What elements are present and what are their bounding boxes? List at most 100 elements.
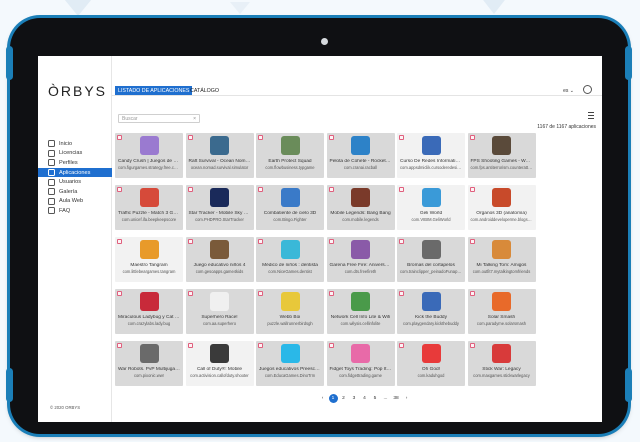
select-checkbox[interactable]	[258, 187, 263, 192]
select-checkbox[interactable]	[469, 239, 475, 244]
list-view-icon[interactable]	[588, 112, 594, 119]
select-checkbox[interactable]	[399, 343, 404, 348]
select-checkbox[interactable]	[469, 343, 475, 348]
page-button[interactable]: ...	[381, 394, 390, 403]
app-card[interactable]: Garena Free Fire: Aniversario5 com.dts.fr…	[326, 237, 395, 282]
page-button[interactable]: 1	[328, 394, 338, 403]
app-icon	[492, 292, 511, 311]
app-package: com.gesoapps.game4kids	[195, 269, 244, 274]
select-checkbox[interactable]	[399, 239, 404, 244]
sidebar-item-licencias[interactable]: Licencias	[38, 149, 112, 159]
select-checkbox[interactable]	[399, 187, 404, 192]
select-checkbox[interactable]	[258, 135, 263, 140]
sidebar-item-faq[interactable]: FAQ	[38, 206, 112, 216]
select-checkbox[interactable]	[469, 135, 475, 140]
user-icon[interactable]	[583, 85, 592, 94]
app-card[interactable]: Juegos educativos Preescolar com.EducaGam…	[256, 341, 324, 386]
app-icon	[280, 292, 300, 311]
app-title: Network Cell Info Lite & Wifi	[330, 315, 391, 320]
app-card[interactable]: Solar Smash com.paradyme.solarsmash	[467, 289, 536, 334]
app-card[interactable]: Network Cell Info Lite & Wifi com.wilysis…	[326, 289, 395, 334]
app-card[interactable]: Traffic Puzzle - Match 3 Game com.unicef.…	[115, 185, 183, 230]
app-card[interactable]: Oh God! com.kaduhgod	[397, 341, 465, 386]
app-card[interactable]: Kick the Buddy com.playgendary.kickthebud…	[397, 289, 465, 334]
select-checkbox[interactable]	[328, 187, 334, 192]
sidebar-item-inicio[interactable]: Inicio	[38, 139, 112, 149]
app-card[interactable]: Raft Survival - Ocean Nomad ocean.nomad.s…	[185, 133, 254, 178]
select-checkbox[interactable]	[117, 187, 122, 192]
app-card[interactable]: Mobile Legends: Bang Bang com.mobile.lege…	[326, 185, 395, 230]
sidebar-item-usuarios[interactable]: Usuarios	[38, 177, 112, 187]
language-selector[interactable]: es ⌄	[563, 88, 574, 94]
select-checkbox[interactable]	[187, 187, 193, 192]
app-title: Garena Free Fire: Aniversario5	[329, 263, 395, 268]
app-card[interactable]: Juego educativo niños 4 com.gesoapps.game…	[185, 237, 254, 282]
select-checkbox[interactable]	[469, 187, 475, 192]
app-title: Raft Survival - Ocean Nomad	[188, 159, 251, 164]
select-checkbox[interactable]	[117, 239, 122, 244]
app-card[interactable]: Maestro Tangram com.littlebeargames.tangr…	[115, 237, 183, 282]
app-card[interactable]: Call of Duty®: Mobile com.activision.call…	[185, 341, 254, 386]
app-card[interactable]: Fidget Toys Trading: Pop It 3D com.fidget…	[326, 341, 395, 386]
sidebar-item-label: Licencias	[59, 150, 83, 157]
select-checkbox[interactable]	[328, 135, 334, 140]
app-card[interactable]: Médico de niños : dentista com.NiceGames.…	[256, 237, 324, 282]
app-card[interactable]: Miraculous Ladybug y Cat Noir com.crazyla…	[115, 289, 183, 334]
app-title: Webb Boi	[279, 315, 301, 320]
tab-app-list[interactable]: LISTADO DE APLICACIONES	[115, 86, 193, 95]
app-card[interactable]: Mi Talking Tom: Amigos com.outfit7.mytalk…	[467, 237, 536, 282]
app-card[interactable]: Combatiente de cielo 3D com.Bingo.Fighter	[256, 185, 324, 230]
app-package: com.appsdmiclik.cursoderedesinfor...	[400, 165, 465, 170]
prev-page-icon[interactable]: ‹	[318, 394, 327, 403]
page-button[interactable]: 38	[392, 394, 401, 403]
select-checkbox[interactable]	[258, 343, 263, 348]
select-checkbox[interactable]	[187, 291, 193, 296]
app-card[interactable]: Webb Boi puzzle.wallrunnerbirdsgh	[256, 289, 324, 334]
app-card[interactable]: Pelota de Cohete - Rocket Car com.cranai.…	[326, 133, 395, 178]
page-button[interactable]: 2	[339, 394, 348, 403]
app-card[interactable]: Superhero Race! com.aa.superhero	[185, 289, 254, 334]
select-checkbox[interactable]	[328, 291, 334, 296]
next-page-icon[interactable]: ›	[402, 394, 411, 403]
page-button[interactable]: 5	[371, 394, 380, 403]
select-checkbox[interactable]	[117, 343, 122, 348]
page-button[interactable]: 4	[360, 394, 369, 403]
sidebar-item-aula-web[interactable]: Aula Web	[38, 197, 112, 207]
sidebar-item-perfiles[interactable]: Perfiles	[38, 158, 112, 168]
app-card[interactable]: Stick War: Legacy com.maxgames.stickwarle…	[467, 341, 536, 386]
app-card[interactable]: Earth Protect Squad com.flowbusiness.typg…	[256, 133, 324, 178]
app-card[interactable]: Bromas del cortapelos com.trainclipper_pe…	[397, 237, 465, 282]
app-title: Earth Protect Squad	[268, 159, 312, 164]
search-input[interactable]: Buscar ×	[118, 114, 200, 123]
select-checkbox[interactable]	[187, 135, 193, 140]
select-checkbox[interactable]	[258, 239, 263, 244]
select-checkbox[interactable]	[328, 239, 334, 244]
app-card[interactable]: FPS Shooting Games - War Gamescom.fps.an…	[467, 133, 536, 178]
select-checkbox[interactable]	[258, 291, 263, 296]
app-icon	[421, 188, 441, 207]
app-card[interactable]: Candy Crush | Juegos de Gusims com.figurg…	[115, 133, 183, 178]
app-icon	[492, 240, 511, 259]
app-card[interactable]: Curso De Redes Informaticas com.appsdmicl…	[397, 133, 465, 178]
select-checkbox[interactable]	[187, 239, 193, 244]
clear-icon[interactable]: ×	[193, 116, 196, 122]
app-package: com.flowbusiness.typgame	[265, 165, 315, 170]
select-checkbox[interactable]	[399, 135, 404, 140]
app-card[interactable]: Órganos 3D (anatomía) com.androiddevelope…	[467, 185, 536, 230]
app-card[interactable]: Star Tracker - Mobile Sky Map com.PHDPRO.…	[185, 185, 254, 230]
select-checkbox[interactable]	[187, 343, 193, 348]
camera-icon	[321, 38, 328, 45]
app-card[interactable]: Geli World com.VIBIM.GeliWorld	[397, 185, 465, 230]
select-checkbox[interactable]	[328, 343, 334, 348]
select-checkbox[interactable]	[469, 291, 475, 296]
select-checkbox[interactable]	[399, 291, 404, 296]
sidebar-item-aplicaciones[interactable]: Aplicaciones	[38, 167, 112, 178]
app-card[interactable]: War Robots. PvP Multijugador com.pixonic.…	[115, 341, 183, 386]
select-checkbox[interactable]	[117, 135, 122, 140]
app-title: Solar Smash	[487, 315, 516, 320]
sidebar-item-galería[interactable]: Galería	[38, 187, 112, 197]
page-button[interactable]: 3	[350, 394, 359, 403]
select-checkbox[interactable]	[117, 291, 122, 296]
app-icon	[492, 188, 511, 207]
tab-catalog[interactable]: CATÁLOGO	[187, 86, 222, 95]
